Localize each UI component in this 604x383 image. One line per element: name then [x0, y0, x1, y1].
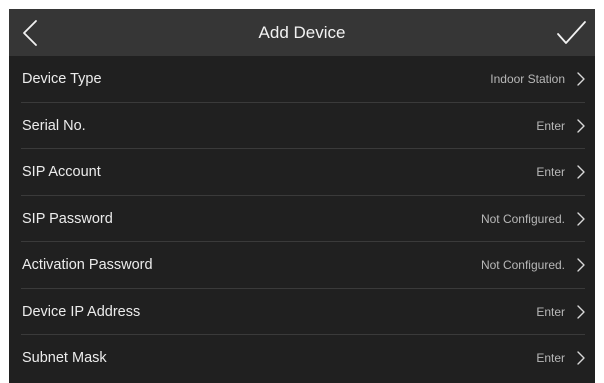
- activation-password-label: Activation Password: [22, 257, 153, 273]
- device-type-value: Indoor Station: [490, 72, 565, 86]
- device-settings-list: Device Type Indoor Station Serial No. En…: [9, 56, 595, 382]
- activation-password-value: Not Configured.: [480, 258, 565, 272]
- device-ip-address-value: Enter: [536, 304, 565, 319]
- sip-account-label: SIP Account: [22, 164, 101, 180]
- chevron-right-icon: [577, 351, 585, 365]
- subnet-mask-label: Subnet Mask: [22, 350, 107, 366]
- chevron-right-icon: [577, 211, 585, 226]
- sip-password-label: SIP Password: [22, 210, 113, 227]
- checkmark-icon: [557, 21, 586, 44]
- confirm-button[interactable]: [553, 17, 589, 49]
- device-type-row[interactable]: Device Type Indoor Station: [9, 56, 595, 103]
- add-device-screen: Add Device Device Type Indoor Station Se…: [9, 9, 595, 383]
- sip-password-value: Not Configured.: [480, 211, 565, 226]
- sip-account-row[interactable]: SIP Account Enter: [9, 149, 595, 196]
- subnet-mask-row[interactable]: Subnet Mask Enter: [9, 335, 595, 382]
- sip-password-row[interactable]: SIP Password Not Configured.: [9, 196, 595, 243]
- title-bar: Add Device: [9, 9, 595, 56]
- sip-account-value: Enter: [536, 165, 565, 179]
- serial-no-row[interactable]: Serial No. Enter: [9, 103, 595, 150]
- chevron-right-icon: [577, 72, 585, 86]
- serial-no-value: Enter: [536, 118, 565, 133]
- device-type-label: Device Type: [22, 71, 102, 87]
- page-title: Add Device: [258, 23, 346, 42]
- chevron-right-icon: [577, 165, 585, 179]
- serial-no-label: Serial No.: [22, 117, 86, 134]
- activation-password-row[interactable]: Activation Password Not Configured.: [9, 242, 595, 289]
- subnet-mask-value: Enter: [536, 351, 565, 365]
- chevron-right-icon: [577, 118, 585, 133]
- device-ip-address-row[interactable]: Device IP Address Enter: [9, 289, 595, 336]
- device-ip-address-label: Device IP Address: [22, 303, 141, 320]
- chevron-right-icon: [577, 258, 585, 272]
- chevron-right-icon: [577, 304, 585, 319]
